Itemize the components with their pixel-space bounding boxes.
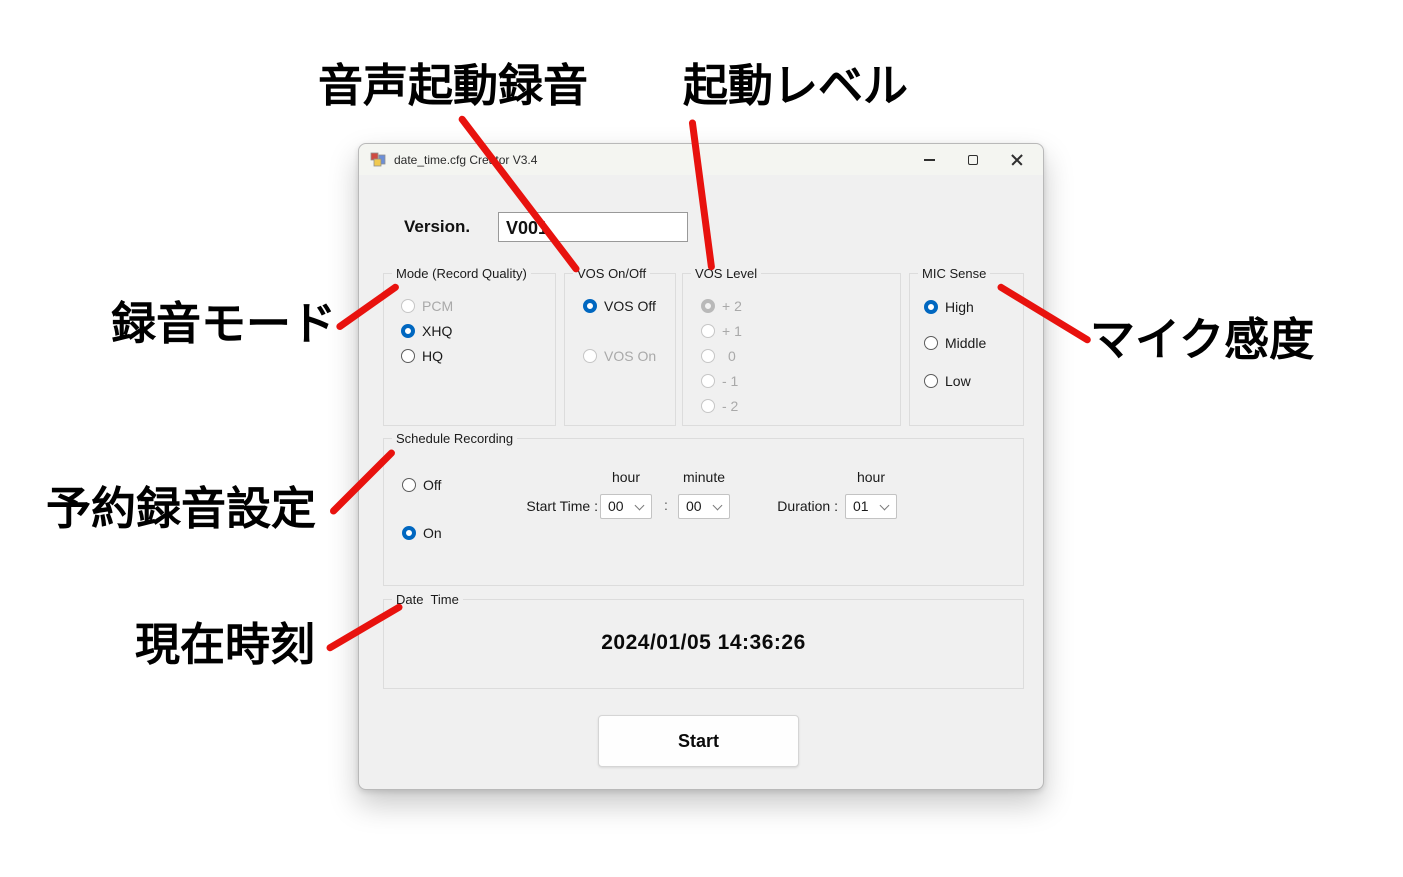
group-mic-sense-label: MIC Sense [918,265,990,282]
group-date-time: Date Time 2024/01/05 14:36:26 [383,599,1024,689]
close-icon [1011,154,1023,166]
app-icon [370,152,386,168]
annotation-voice-activated-recording: 音声起動録音 [318,63,588,108]
radio-pcm[interactable]: PCM [401,297,453,315]
start-hour-select[interactable]: 00 [600,494,652,519]
duration-select[interactable]: 01 [845,494,897,519]
group-mode-label: Mode (Record Quality) [392,265,531,282]
maximize-icon [968,155,978,165]
group-vos-onoff-label: VOS On/Off [573,265,650,282]
annotation-mic-sensitivity: マイク感度 [1090,317,1314,362]
radio-schedule-off[interactable]: Off [402,476,441,494]
radio-pcm-label: PCM [422,298,453,314]
minimize-button[interactable] [907,144,951,175]
chevron-down-icon [713,501,723,511]
version-label: Version. [404,217,470,237]
start-hour-value: 00 [608,498,624,514]
radio-mic-middle[interactable]: Middle [924,334,986,352]
radio-level-zero-label: 0 [728,348,736,364]
start-button[interactable]: Start [598,715,799,767]
radio-circle-icon [402,478,416,492]
radio-circle-icon [701,374,715,388]
radio-circle-icon [401,324,415,338]
group-mode-record-quality: Mode (Record Quality) PCM XHQ HQ [383,273,556,426]
radio-schedule-off-label: Off [423,477,441,493]
current-datetime-value: 2024/01/05 14:36:26 [384,631,1023,655]
annotation-recording-mode: 録音モード [111,301,336,346]
app-window: date_time.cfg Creator V3.4 Version. V001… [358,143,1044,790]
radio-level-minus1[interactable]: - 1 [701,372,738,390]
window-title: date_time.cfg Creator V3.4 [394,153,537,167]
radio-level-zero[interactable]: 0 [701,347,736,365]
radio-circle-icon [701,299,715,313]
minute-label: minute [674,469,734,485]
annotation-activation-level: 起動レベル [683,63,908,108]
time-colon: : [659,497,673,513]
radio-vos-on-label: VOS On [604,348,656,364]
group-date-time-label: Date Time [392,591,463,608]
group-mic-sense: MIC Sense High Middle Low [909,273,1024,426]
radio-circle-icon [924,300,938,314]
chevron-down-icon [880,501,890,511]
radio-mic-low[interactable]: Low [924,372,971,390]
radio-level-plus2-label: + 2 [722,298,742,314]
radio-level-minus1-label: - 1 [722,373,738,389]
group-vos-onoff: VOS On/Off VOS Off VOS On [564,273,676,426]
radio-level-minus2[interactable]: - 2 [701,397,738,415]
minimize-icon [924,159,935,161]
radio-circle-icon [401,299,415,313]
chevron-down-icon [635,501,645,511]
radio-circle-icon [583,299,597,313]
radio-circle-icon [701,399,715,413]
radio-circle-icon [583,349,597,363]
page: 音声起動録音 起動レベル 録音モード マイク感度 予約録音設定 現在時刻 dat… [0,0,1403,877]
radio-circle-icon [924,336,938,350]
duration-hour-label: hour [845,469,897,485]
radio-circle-icon [401,349,415,363]
start-time-label: Start Time : [502,498,598,514]
radio-xhq-label: XHQ [422,323,452,339]
radio-circle-icon [701,324,715,338]
radio-level-plus1-label: + 1 [722,323,742,339]
duration-value: 01 [853,498,869,514]
hour-label: hour [600,469,652,485]
radio-circle-icon [701,349,715,363]
duration-label: Duration : [768,498,838,514]
start-minute-value: 00 [686,498,702,514]
radio-level-plus1[interactable]: + 1 [701,322,742,340]
radio-mic-high[interactable]: High [924,298,974,316]
radio-hq-label: HQ [422,348,443,364]
radio-schedule-on-label: On [423,525,442,541]
radio-vos-on[interactable]: VOS On [583,347,656,365]
window-controls [907,144,1043,175]
group-schedule-recording: Schedule Recording Off On hour minute ho… [383,438,1024,586]
radio-hq[interactable]: HQ [401,347,443,365]
maximize-button[interactable] [951,144,995,175]
radio-level-minus2-label: - 2 [722,398,738,414]
group-vos-level: VOS Level + 2 + 1 0 - 1 - 2 [682,273,901,426]
group-vos-level-label: VOS Level [691,265,761,282]
radio-vos-off[interactable]: VOS Off [583,297,656,315]
close-button[interactable] [995,144,1039,175]
radio-mic-low-label: Low [945,373,971,389]
radio-vos-off-label: VOS Off [604,298,656,314]
annotation-current-time: 現在時刻 [135,622,315,667]
annotation-schedule-recording: 予約録音設定 [46,486,316,531]
radio-level-plus2[interactable]: + 2 [701,297,742,315]
radio-circle-icon [402,526,416,540]
radio-mic-high-label: High [945,299,974,315]
radio-circle-icon [924,374,938,388]
radio-schedule-on[interactable]: On [402,524,442,542]
radio-xhq[interactable]: XHQ [401,322,452,340]
group-schedule-label: Schedule Recording [392,430,517,447]
version-input[interactable]: V001 [498,212,688,242]
start-minute-select[interactable]: 00 [678,494,730,519]
radio-mic-middle-label: Middle [945,335,986,351]
